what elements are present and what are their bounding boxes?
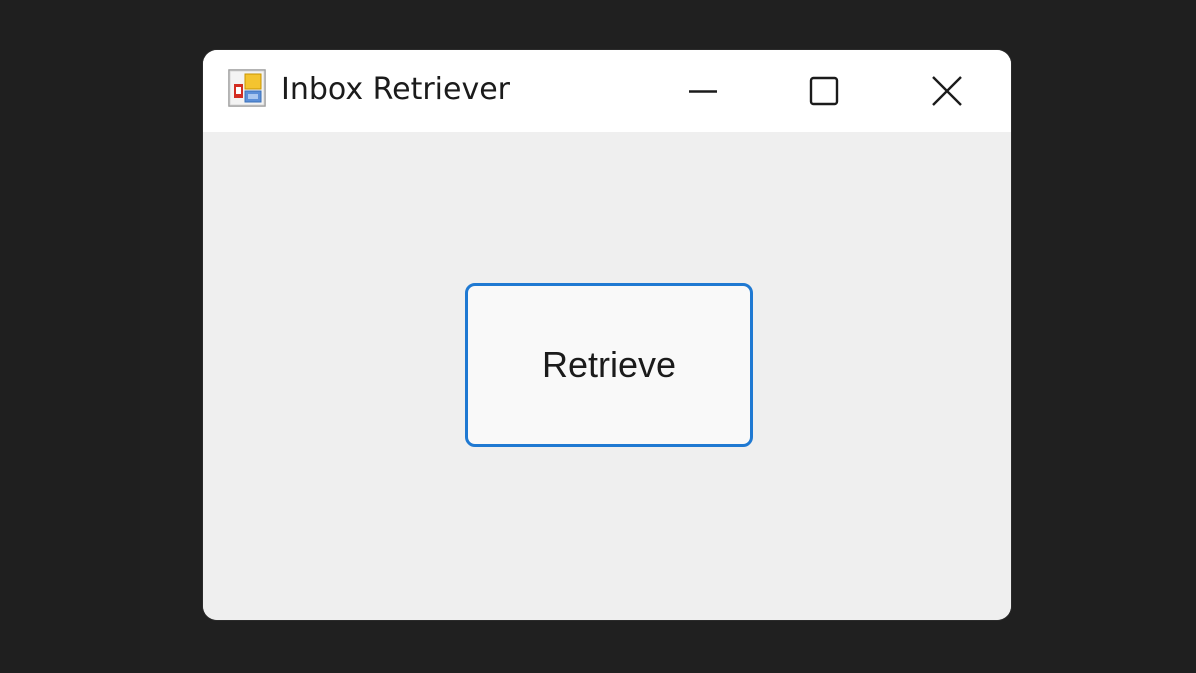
window-title: Inbox Retriever	[281, 72, 511, 107]
app-icon	[228, 69, 266, 107]
minimize-button[interactable]	[643, 50, 763, 132]
desktop-background: Inbox Retriever Retrieve	[0, 0, 1196, 673]
app-window: Inbox Retriever Retrieve	[203, 50, 1011, 620]
retrieve-button[interactable]: Retrieve	[465, 283, 753, 447]
title-bar[interactable]: Inbox Retriever	[203, 50, 1011, 132]
minimize-icon	[689, 90, 717, 93]
maximize-icon	[809, 76, 839, 106]
maximize-button[interactable]	[764, 50, 884, 132]
close-icon	[932, 76, 962, 106]
close-button[interactable]	[887, 50, 1007, 132]
form-client-area: Retrieve	[203, 132, 1011, 620]
